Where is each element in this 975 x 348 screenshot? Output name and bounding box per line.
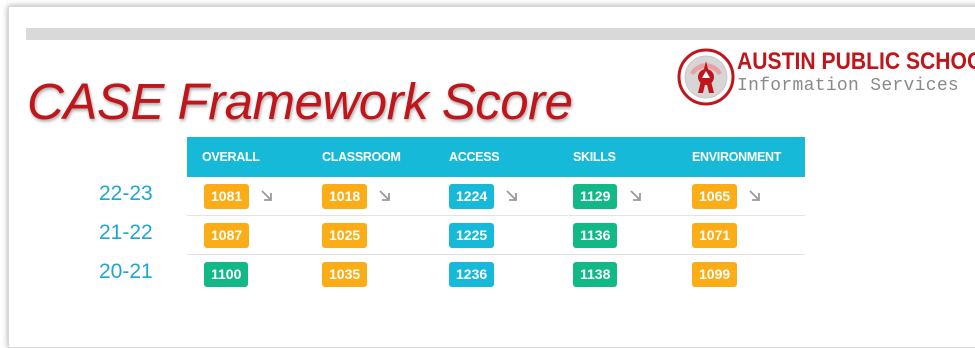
- trend-down-arrow-icon: [506, 190, 517, 201]
- page-title: CASE Framework Score: [27, 73, 573, 130]
- row-year-label: 22-23: [99, 182, 153, 205]
- score-badge: 1081: [204, 184, 250, 209]
- score-badge: 1224: [449, 184, 495, 209]
- row-year-label: 20-21: [99, 260, 153, 283]
- trend-down-arrow-icon: [630, 190, 641, 201]
- top-divider-bar: [26, 28, 975, 40]
- logo-title: AUSTIN PUBLIC SCHOOLS: [737, 48, 975, 75]
- score-badge: 1018: [322, 184, 368, 209]
- score-badge: 1100: [204, 262, 249, 287]
- score-badge: 1087: [204, 223, 250, 248]
- score-badge: 1236: [449, 262, 495, 287]
- table-row: 21-22 1087 1025 1225 1136 1071: [99, 216, 805, 255]
- row-year-label: 21-22: [99, 221, 153, 244]
- score-badge: 1099: [692, 262, 738, 287]
- column-header-skills: SKILLS: [573, 150, 616, 164]
- score-badge: 1065: [692, 184, 738, 209]
- table-row: 22-23 1081 1018 1224 1129 1065: [99, 177, 805, 216]
- column-header-environment: ENVIRONMENT: [692, 150, 782, 164]
- column-header-access: ACCESS: [449, 150, 500, 164]
- score-badge: 1136: [573, 223, 618, 248]
- score-badge: 1025: [322, 223, 368, 248]
- table-row: 20-21 1100 1035 1236 1138 1099: [99, 255, 805, 293]
- column-header-overall: OVERALL: [202, 150, 260, 164]
- trend-down-arrow-icon: [261, 190, 272, 201]
- trend-down-arrow-icon: [379, 190, 390, 201]
- score-badge: 1129: [573, 184, 618, 209]
- trend-down-arrow-icon: [749, 190, 760, 201]
- score-badge: 1035: [322, 262, 368, 287]
- score-badge: 1225: [449, 223, 495, 248]
- column-header-classroom: CLASSROOM: [322, 150, 401, 164]
- table-header: OVERALL CLASSROOM ACCESS SKILLS ENVIRONM…: [187, 137, 805, 177]
- aps-logo-icon: [677, 48, 735, 106]
- score-badge: 1071: [692, 223, 738, 248]
- score-badge: 1138: [573, 262, 618, 287]
- logo-subtitle: Information Services: [737, 76, 960, 96]
